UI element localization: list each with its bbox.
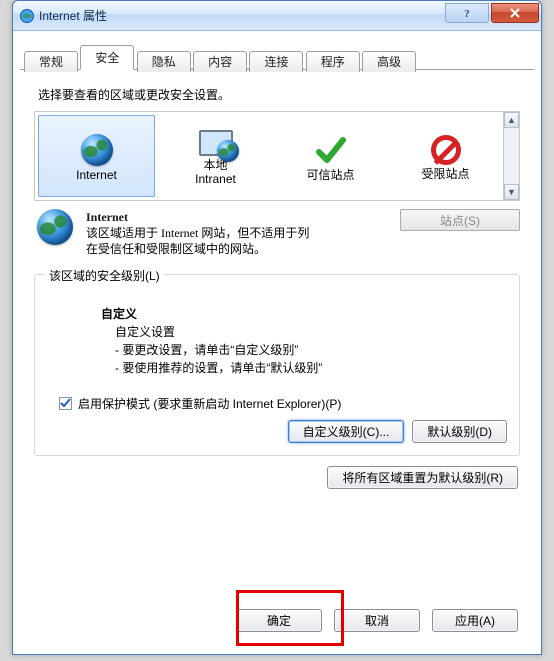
default-level-button[interactable]: 默认级别(D) bbox=[412, 420, 507, 443]
zone-trusted-label: 可信站点 bbox=[306, 169, 354, 182]
zone-restricted-label: 受限站点 bbox=[421, 168, 469, 181]
tab-security[interactable]: 安全 bbox=[80, 45, 134, 70]
dialog-button-row: 确定 取消 应用(A) bbox=[236, 609, 518, 632]
globe-icon bbox=[81, 134, 113, 166]
cancel-button[interactable]: 取消 bbox=[334, 609, 420, 632]
forbidden-icon bbox=[431, 135, 461, 165]
protected-mode-checkbox[interactable] bbox=[59, 397, 72, 410]
tab-content[interactable]: 内容 bbox=[193, 51, 247, 72]
zone-internet-label: Internet bbox=[76, 169, 117, 182]
help-button[interactable]: ? bbox=[445, 3, 489, 23]
reset-all-zones-button[interactable]: 将所有区域重置为默认级别(R) bbox=[327, 466, 518, 489]
apply-button[interactable]: 应用(A) bbox=[432, 609, 518, 632]
scroll-up-icon[interactable]: ▲ bbox=[504, 112, 519, 128]
svg-text:?: ? bbox=[464, 8, 470, 19]
ok-button[interactable]: 确定 bbox=[236, 609, 322, 632]
close-button[interactable] bbox=[491, 3, 539, 23]
protected-mode-row[interactable]: 启用保护模式 (要求重新启动 Internet Explorer)(P) bbox=[59, 395, 507, 412]
dialog-icon bbox=[19, 8, 35, 24]
zone-select-prompt: 选择要查看的区域或更改安全设置。 bbox=[38, 86, 520, 103]
protected-mode-label: 启用保护模式 (要求重新启动 Internet Explorer)(P) bbox=[78, 395, 341, 412]
level-line-3: - 要使用推荐的设置，请单击“默认级别” bbox=[115, 359, 507, 377]
zone-description-body: 该区域适用于 Internet 网站，但不适用于列在受信任和受限制区域中的网站。 bbox=[86, 225, 316, 257]
level-line-2: - 要更改设置，请单击“自定义级别” bbox=[115, 341, 507, 359]
tab-privacy[interactable]: 隐私 bbox=[137, 51, 191, 72]
tab-programs[interactable]: 程序 bbox=[306, 51, 360, 72]
client-area: 常规 安全 隐私 内容 连接 程序 高级 选择要查看的区域或更改安全设置。 In… bbox=[20, 37, 534, 646]
tab-strip: 常规 安全 隐私 内容 连接 程序 高级 bbox=[20, 45, 534, 70]
zone-description-header: Internet bbox=[86, 209, 390, 225]
zone-description: Internet 该区域适用于 Internet 网站，但不适用于列在受信任和受… bbox=[34, 209, 520, 258]
zone-scrollbar[interactable]: ▲ ▼ bbox=[503, 112, 519, 200]
intranet-icon bbox=[199, 130, 233, 156]
security-level-group: 该区域的安全级别(L) 自定义 自定义设置 - 要更改设置，请单击“自定义级别”… bbox=[34, 274, 520, 456]
scroll-down-icon[interactable]: ▼ bbox=[504, 184, 519, 200]
window-title: Internet 属性 bbox=[39, 7, 107, 24]
tab-advanced[interactable]: 高级 bbox=[362, 51, 416, 72]
security-level-block: 自定义 自定义设置 - 要更改设置，请单击“自定义级别” - 要使用推荐的设置，… bbox=[101, 305, 507, 377]
level-name: 自定义 bbox=[101, 305, 507, 323]
group-title: 该区域的安全级别(L) bbox=[45, 267, 164, 284]
zone-description-icon bbox=[34, 209, 76, 258]
zone-internet[interactable]: Internet bbox=[38, 115, 155, 197]
titlebar[interactable]: Internet 属性 ? bbox=[13, 1, 541, 31]
custom-level-button[interactable]: 自定义级别(C)... bbox=[288, 420, 405, 443]
internet-properties-dialog: Internet 属性 ? 常规 安全 隐私 内容 连接 程序 高级 选择要查看… bbox=[12, 0, 542, 655]
zone-list: Internet 本地Intranet 可信站点 受限站点 bbox=[34, 111, 520, 201]
zone-intranet-label: 本地Intranet bbox=[195, 159, 236, 185]
level-line-1: 自定义设置 bbox=[115, 323, 507, 341]
sites-button: 站点(S) bbox=[400, 209, 520, 231]
check-icon bbox=[315, 134, 347, 166]
tab-general[interactable]: 常规 bbox=[24, 51, 78, 72]
zone-restricted[interactable]: 受限站点 bbox=[388, 112, 503, 200]
zone-local-intranet[interactable]: 本地Intranet bbox=[158, 112, 273, 200]
tab-connections[interactable]: 连接 bbox=[249, 51, 303, 72]
zone-trusted[interactable]: 可信站点 bbox=[273, 112, 388, 200]
